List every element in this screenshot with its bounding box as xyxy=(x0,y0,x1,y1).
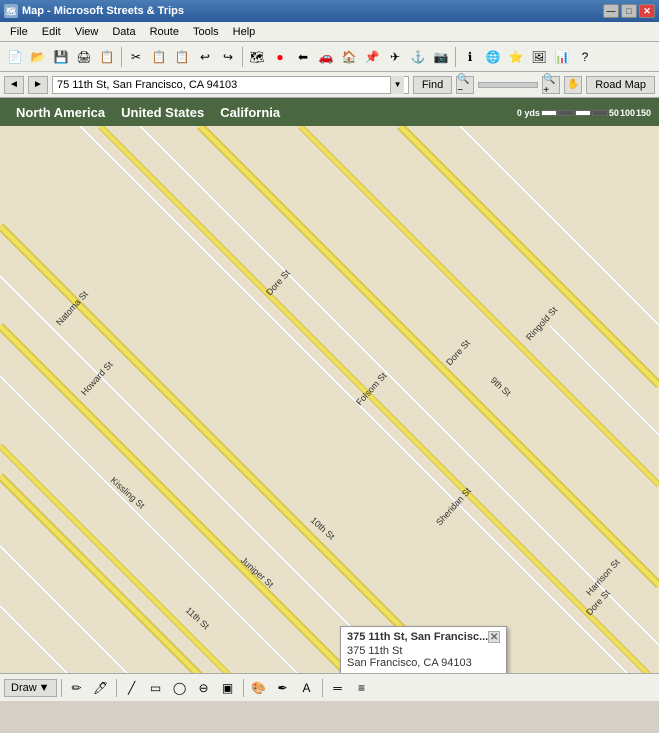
title-bar-buttons: — □ ✕ xyxy=(603,4,655,18)
rect-tool-button[interactable]: ▭ xyxy=(145,677,167,699)
bottom-toolbar: Draw ▼ ✏ 🖊 ╱ ▭ ◯ ⊖ ▣ 🎨 ✒ A ═ ≡ xyxy=(0,673,659,701)
pan-tool-button[interactable]: ✋ xyxy=(564,76,582,94)
star-button[interactable]: ⭐ xyxy=(505,46,527,68)
bottom-sep-2 xyxy=(116,679,117,697)
multi-line-button[interactable]: ≡ xyxy=(351,677,373,699)
line-color-button[interactable]: ✒ xyxy=(272,677,294,699)
menu-help[interactable]: Help xyxy=(227,24,262,40)
car-button[interactable]: 🚗 xyxy=(315,46,337,68)
breadcrumb-united-states[interactable]: United States xyxy=(113,105,212,120)
address-input-wrapper: ▼ xyxy=(52,76,409,94)
plane-button[interactable]: ✈ xyxy=(384,46,406,68)
breadcrumb: North America United States California 0… xyxy=(0,98,659,126)
zoom-slider[interactable] xyxy=(478,82,538,88)
map-area[interactable]: Natoma St Howard St Folsom St Dore St 9t… xyxy=(0,126,659,673)
paste-button[interactable]: 📋 xyxy=(171,46,193,68)
polygon-tool-button[interactable]: ▣ xyxy=(217,677,239,699)
maximize-button[interactable]: □ xyxy=(621,4,637,18)
route-stop-button[interactable]: ● xyxy=(269,46,291,68)
camera-button[interactable]: 📷 xyxy=(430,46,452,68)
popup-title: 375 11th St, San Francisc... xyxy=(347,631,488,643)
scale-seg-3 xyxy=(575,110,591,116)
save-button[interactable]: 💾 xyxy=(50,46,72,68)
map-popup: 375 11th St, San Francisc... ✕ 375 11th … xyxy=(340,626,507,673)
zoom-in-button[interactable]: 🔍+ xyxy=(542,76,560,94)
chart-button[interactable]: 📊 xyxy=(551,46,573,68)
map-button[interactable]: 🗺 xyxy=(246,46,268,68)
menu-route[interactable]: Route xyxy=(144,24,185,40)
draw-button[interactable]: Draw ▼ xyxy=(4,679,57,697)
toolbar-sep-1 xyxy=(121,47,122,67)
cut-button[interactable]: ✂ xyxy=(125,46,147,68)
line-tool-button[interactable]: ╱ xyxy=(121,677,143,699)
popup-title-bar: 375 11th St, San Francisc... ✕ xyxy=(347,631,500,643)
address-dropdown[interactable]: ▼ xyxy=(390,76,404,94)
toolbar-sep-2 xyxy=(242,47,243,67)
undo-button[interactable]: ↩ xyxy=(194,46,216,68)
bottom-sep-4 xyxy=(322,679,323,697)
menu-bar: File Edit View Data Route Tools Help xyxy=(0,22,659,42)
nav-forward-button[interactable]: ► xyxy=(28,76,48,94)
menu-data[interactable]: Data xyxy=(106,24,141,40)
bottom-sep-3 xyxy=(243,679,244,697)
ellipse-tool-button[interactable]: ◯ xyxy=(169,677,191,699)
find-button[interactable]: Find xyxy=(413,76,452,94)
print-button[interactable]: 🖨 xyxy=(73,46,95,68)
menu-edit[interactable]: Edit xyxy=(36,24,67,40)
pushpin-button[interactable]: 📌 xyxy=(361,46,383,68)
info-button[interactable]: ℹ xyxy=(459,46,481,68)
popup-close-button[interactable]: ✕ xyxy=(488,631,500,643)
bottom-sep-1 xyxy=(61,679,62,697)
back-button[interactable]: ⬅ xyxy=(292,46,314,68)
minimize-button[interactable]: — xyxy=(603,4,619,18)
map-svg: Natoma St Howard St Folsom St Dore St 9t… xyxy=(0,126,659,673)
road-map-dropdown[interactable]: Road Map xyxy=(586,76,655,94)
scale-seg-4 xyxy=(592,110,608,116)
breadcrumb-north-america[interactable]: North America xyxy=(8,105,113,120)
help-icon-button[interactable]: ? xyxy=(574,46,596,68)
scale-bar: 0 yds 50 100 150 xyxy=(517,108,651,118)
redo-button[interactable]: ↪ xyxy=(217,46,239,68)
new-button[interactable]: 📄 xyxy=(4,46,26,68)
select-tool-button[interactable]: 🖊 xyxy=(90,677,112,699)
draw-label: Draw xyxy=(11,682,37,694)
title-bar-left: 🗺 Map - Microsoft Streets & Trips xyxy=(4,4,184,18)
scale-seg-2 xyxy=(558,110,574,116)
image-button[interactable]: 🖼 xyxy=(528,46,550,68)
close-button[interactable]: ✕ xyxy=(639,4,655,18)
popup-line-2: San Francisco, CA 94103 xyxy=(347,657,500,669)
single-line-button[interactable]: ═ xyxy=(327,677,349,699)
menu-tools[interactable]: Tools xyxy=(187,24,225,40)
toolbar: 📄 📂 💾 🖨 📋 ✂ 📋 📋 ↩ ↪ 🗺 ● ⬅ 🚗 🏠 📌 ✈ ⚓ 📷 ℹ … xyxy=(0,42,659,72)
app-icon: 🗺 xyxy=(4,4,18,18)
draw-dropdown-arrow: ▼ xyxy=(39,682,50,694)
pencil-tool-button[interactable]: ✏ xyxy=(66,677,88,699)
address-input[interactable] xyxy=(57,79,390,91)
scale-label-100: 100 xyxy=(620,108,635,118)
breadcrumb-california[interactable]: California xyxy=(212,105,288,120)
menu-file[interactable]: File xyxy=(4,24,34,40)
anchor-button[interactable]: ⚓ xyxy=(407,46,429,68)
scale-label-0: 0 yds xyxy=(517,108,540,118)
window-title: Map - Microsoft Streets & Trips xyxy=(22,5,184,17)
copy-button[interactable]: 📋 xyxy=(148,46,170,68)
home-button[interactable]: 🏠 xyxy=(338,46,360,68)
text-tool-button[interactable]: A xyxy=(296,677,318,699)
menu-view[interactable]: View xyxy=(69,24,105,40)
fill-color-button[interactable]: 🎨 xyxy=(248,677,270,699)
popup-line-1: 375 11th St xyxy=(347,645,500,657)
zoom-out-button[interactable]: 🔍− xyxy=(456,76,474,94)
circle-tool-button[interactable]: ⊖ xyxy=(193,677,215,699)
zoom-controls: 🔍− 🔍+ xyxy=(456,76,560,94)
open-button[interactable]: 📂 xyxy=(27,46,49,68)
scale-label-50: 50 xyxy=(609,108,619,118)
toolbar-sep-3 xyxy=(455,47,456,67)
toc-button[interactable]: 📋 xyxy=(96,46,118,68)
nav-back-button[interactable]: ◄ xyxy=(4,76,24,94)
title-bar: 🗺 Map - Microsoft Streets & Trips — □ ✕ xyxy=(0,0,659,22)
scale-seg-1 xyxy=(541,110,557,116)
scale-label-150: 150 xyxy=(636,108,651,118)
globe-button[interactable]: 🌐 xyxy=(482,46,504,68)
address-bar: ◄ ► ▼ Find 🔍− 🔍+ ✋ Road Map xyxy=(0,72,659,98)
